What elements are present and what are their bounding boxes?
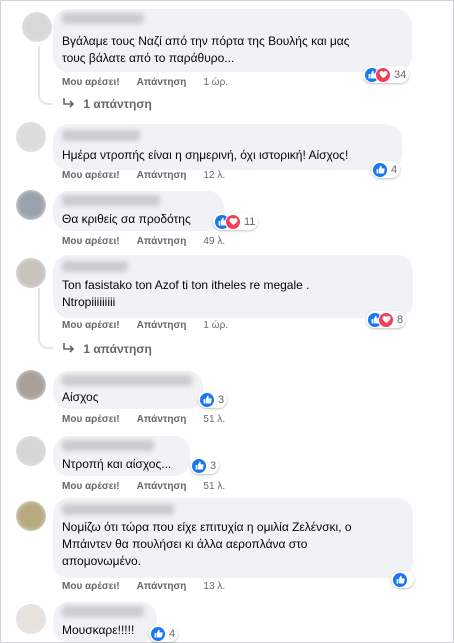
comment-text-line: τους βάλατε από το παράθυρο... — [62, 51, 235, 65]
comment-author[interactable] — [62, 605, 144, 617]
reply-button[interactable]: Απάντηση — [137, 481, 187, 492]
comment-text-line: απομονωμένο. — [62, 554, 141, 568]
comment-actions: Μου αρέσει! Απάντηση 1 ώρ. — [62, 319, 228, 333]
view-replies-link[interactable]: 1 απάντηση — [63, 97, 152, 111]
reaction-summary[interactable]: 8 — [366, 311, 407, 328]
reaction-summary[interactable]: 3 — [198, 391, 228, 408]
comment-timestamp[interactable]: 49 λ. — [203, 236, 225, 247]
comment-text-line: Βγάλαμε τους Ναζί από την πόρτα της Βουλ… — [62, 34, 350, 48]
avatar[interactable] — [16, 258, 46, 288]
reply-button[interactable]: Απάντηση — [137, 77, 187, 88]
like-button[interactable]: Μου αρέσει! — [62, 581, 120, 592]
comment-text-line: Αίσχος — [62, 390, 99, 404]
like-button[interactable]: Μου αρέσει! — [62, 481, 120, 492]
reaction-count: 4 — [391, 163, 398, 176]
comment-text-line: Θα κριθείς σα προδότης — [62, 212, 191, 226]
comment-text-line: Νομίζω ότι τώρα που είχε επιτυχία η ομιλ… — [62, 520, 352, 534]
reply-arrow-icon — [63, 97, 75, 111]
reaction-count: 3 — [210, 459, 217, 472]
comment-actions: Μου αρέσει! Απάντηση 49 λ. — [62, 235, 225, 249]
thread-line — [38, 46, 53, 105]
comment-text: Θα κριθείς σα προδότης — [62, 211, 191, 228]
thread-line — [38, 288, 53, 349]
reaction-summary[interactable] — [391, 571, 414, 588]
avatar[interactable] — [16, 501, 46, 531]
love-reaction-icon — [375, 66, 391, 83]
reply-button[interactable]: Απάντηση — [137, 414, 187, 425]
comment-timestamp[interactable]: 51 λ. — [203, 481, 225, 492]
comment-text-line: Ton fasistako ton Azof ti ton itheles re… — [62, 278, 310, 292]
comments-panel: Βγάλαμε τους Ναζί από την πόρτα της Βουλ… — [0, 0, 454, 643]
like-reaction-icon — [392, 571, 408, 588]
reaction-summary[interactable]: 34 — [363, 66, 410, 83]
comment-author[interactable] — [62, 194, 160, 206]
reaction-count: 34 — [394, 68, 407, 81]
love-reaction-icon — [225, 213, 241, 230]
view-replies-link[interactable]: 1 απάντηση — [63, 342, 152, 356]
comment-text: Νομίζω ότι τώρα που είχε επιτυχία η ομιλ… — [62, 519, 352, 570]
comment-timestamp[interactable]: 12 λ. — [203, 170, 225, 181]
comment-author[interactable] — [62, 12, 144, 24]
comment-actions: Μου αρέσει! Απάντηση 12 λ. — [62, 169, 225, 183]
like-button[interactable]: Μου αρέσει! — [62, 320, 120, 331]
reaction-count: 8 — [397, 313, 404, 326]
comment-author[interactable] — [62, 439, 154, 451]
comment-text-line: Ntropiiiiiiiii — [62, 295, 116, 309]
comment-timestamp[interactable]: 13 λ. — [203, 581, 225, 592]
reaction-count: 3 — [218, 393, 225, 406]
comment-text: Μουσκαρε!!!!! — [62, 622, 134, 639]
comment-text-line: Ημέρα ντροπής είναι η σημερινή, όχι ιστο… — [62, 148, 349, 162]
like-button[interactable]: Μου αρέσει! — [62, 236, 120, 247]
reply-button[interactable]: Απάντηση — [137, 581, 187, 592]
comment-actions: Μου αρέσει! Απάντηση 1 ώρ. — [62, 76, 228, 90]
avatar[interactable] — [16, 604, 46, 634]
comment-text-line: Ντροπή και αίσχος... — [62, 457, 172, 471]
comment-text: Ton fasistako ton Azof ti ton itheles re… — [62, 277, 309, 311]
reply-arrow-icon — [63, 342, 75, 356]
avatar[interactable] — [16, 122, 46, 152]
love-reaction-icon — [378, 311, 394, 328]
comment-timestamp[interactable]: 51 λ. — [203, 414, 225, 425]
comment-timestamp[interactable]: 1 ώρ. — [203, 320, 228, 331]
like-reaction-icon — [372, 161, 388, 178]
reply-button[interactable]: Απάντηση — [137, 320, 187, 331]
like-reaction-icon — [199, 391, 215, 408]
comment-text: Ντροπή και αίσχος... — [62, 456, 171, 473]
comment-actions: Μου αρέσει! Απάντηση 51 λ. — [62, 413, 225, 427]
comment-actions: Μου αρέσει! Απάντηση 13 λ. — [62, 580, 225, 594]
comment-text-line: Μπάιντεν θα πουλήσει κι άλλα αεροπλάνα σ… — [62, 537, 308, 551]
avatar[interactable] — [16, 370, 46, 400]
reply-button[interactable]: Απάντηση — [137, 236, 187, 247]
comment-text: Αίσχος — [62, 389, 99, 406]
comment-author[interactable] — [62, 129, 140, 141]
comment-timestamp[interactable]: 1 ώρ. — [203, 77, 228, 88]
comment-author[interactable] — [62, 374, 192, 386]
like-button[interactable]: Μου αρέσει! — [62, 170, 120, 181]
reaction-count: 4 — [169, 627, 176, 640]
reply-button[interactable]: Απάντηση — [137, 170, 187, 181]
reaction-count: 11 — [244, 215, 256, 228]
like-reaction-icon — [191, 457, 207, 474]
like-reaction-icon — [150, 625, 166, 642]
comment-author[interactable] — [62, 260, 128, 272]
comment-author[interactable] — [62, 503, 174, 515]
avatar[interactable] — [16, 190, 46, 220]
comment-text: Ημέρα ντροπής είναι η σημερινή, όχι ιστο… — [62, 147, 348, 164]
reaction-summary[interactable]: 11 — [213, 213, 259, 230]
avatar[interactable] — [16, 436, 46, 466]
like-button[interactable]: Μου αρέσει! — [62, 77, 120, 88]
reaction-summary[interactable]: 4 — [149, 625, 179, 642]
reaction-summary[interactable]: 4 — [371, 161, 401, 178]
comment-text-line: Μουσκαρε!!!!! — [62, 623, 135, 637]
avatar[interactable] — [22, 12, 52, 42]
comment-actions: Μου αρέσει! Απάντηση 51 λ. — [62, 480, 225, 494]
reaction-summary[interactable]: 3 — [190, 457, 220, 474]
comment-text: Βγάλαμε τους Ναζί από την πόρτα της Βουλ… — [62, 33, 350, 67]
like-button[interactable]: Μου αρέσει! — [62, 414, 120, 425]
